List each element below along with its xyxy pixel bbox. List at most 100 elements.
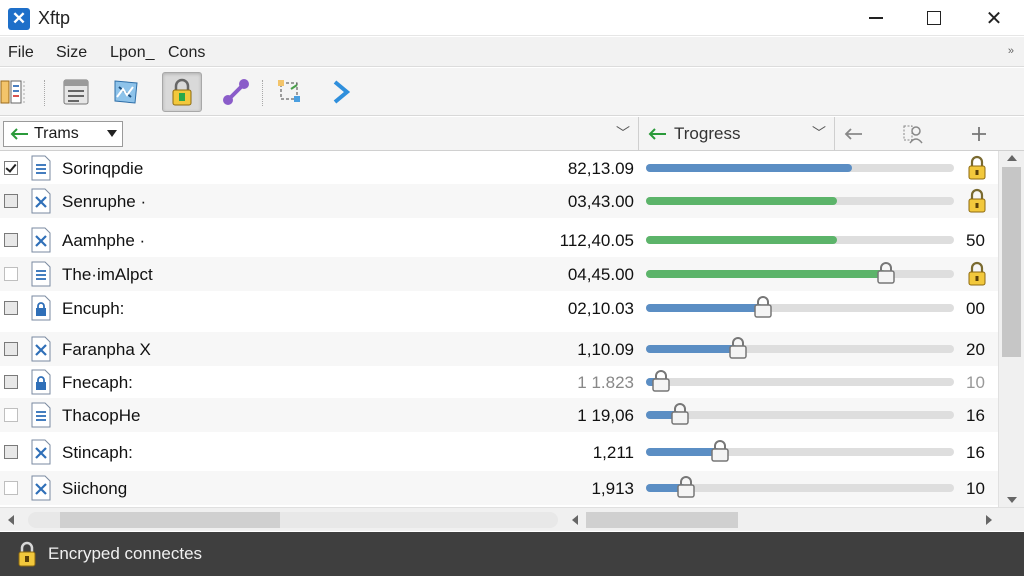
- table-row[interactable]: Siichong 1,913 10: [0, 471, 998, 505]
- toolbar-separator: [262, 80, 263, 106]
- table-row[interactable]: Encuph: 02,10.03 00: [0, 291, 998, 325]
- connect-icon: [223, 79, 249, 105]
- table-row[interactable]: Fnecaph: 1 1.823 10: [0, 365, 998, 399]
- table-row[interactable]: Sorinqpdie 82,13.09: [0, 151, 998, 185]
- scroll-left-icon[interactable]: [572, 515, 578, 525]
- properties-icon: [63, 79, 89, 105]
- scroll-right-icon[interactable]: [986, 515, 992, 525]
- table-row[interactable]: Stincaph: 1,211 16: [0, 435, 998, 469]
- row-checkbox[interactable]: [4, 233, 18, 247]
- horizontal-scroll-thumb[interactable]: [60, 512, 280, 528]
- close-button[interactable]: ✕: [964, 0, 1024, 36]
- row-count: 16: [966, 443, 985, 462]
- minimize-button[interactable]: [846, 0, 906, 36]
- menu-overflow-icon[interactable]: »: [1008, 45, 1014, 57]
- chevron-down-icon[interactable]: ﹀: [616, 123, 630, 143]
- file-value: 04,45.00: [567, 265, 634, 284]
- menu-file[interactable]: File: [8, 44, 34, 62]
- user-search-button[interactable]: [900, 122, 926, 146]
- progress-lock-handle-icon[interactable]: [728, 336, 748, 360]
- transfer-dropdown[interactable]: Trams: [3, 121, 123, 147]
- progress-lock-handle-icon[interactable]: [670, 402, 690, 426]
- progress-fill: [646, 448, 720, 456]
- row-checkbox[interactable]: [4, 194, 18, 208]
- table-row[interactable]: ThacopHe 1 19,06 16: [0, 398, 998, 432]
- progress-column-header[interactable]: Trogress: [646, 124, 740, 144]
- forward-button[interactable]: [320, 72, 360, 112]
- table-row[interactable]: Senruphe · 03,43.00: [0, 184, 998, 218]
- sync-button[interactable]: [270, 72, 310, 112]
- file-x-icon: [31, 336, 51, 362]
- file-name: Sorinqpdie: [62, 159, 144, 178]
- row-checkbox[interactable]: [4, 445, 18, 459]
- menu-size[interactable]: Size: [56, 44, 87, 62]
- file-name: Faranpha X: [62, 340, 151, 359]
- progress-column-label: Trogress: [674, 124, 741, 143]
- properties-button[interactable]: [56, 72, 96, 112]
- maximize-button[interactable]: [904, 0, 964, 36]
- table-row[interactable]: Faranpha X 1,10.09 20: [0, 332, 998, 366]
- close-icon: ✕: [985, 7, 1003, 30]
- connect-button[interactable]: [216, 72, 256, 112]
- file-value: 82,13.09: [567, 159, 634, 178]
- scroll-left-icon[interactable]: [8, 515, 14, 525]
- sync-icon: [278, 80, 300, 102]
- scroll-up-icon[interactable]: [1007, 155, 1017, 161]
- caret-down-icon: [107, 130, 117, 137]
- chevron-down-icon[interactable]: ﹀: [812, 123, 826, 143]
- server-list-button[interactable]: [0, 72, 34, 112]
- file-name: The·imAlpct: [62, 265, 153, 284]
- file-name: Stincaph:: [62, 443, 133, 462]
- file-lockdoc-icon: [31, 369, 51, 395]
- menu-cons[interactable]: Cons: [168, 44, 205, 62]
- back-button[interactable]: [840, 122, 866, 146]
- scroll-down-icon[interactable]: [1007, 497, 1017, 503]
- file-doc-icon: [31, 402, 51, 428]
- horizontal-scrollbar[interactable]: [0, 507, 1024, 531]
- progress-bar: [646, 440, 954, 462]
- file-name: Encuph:: [62, 299, 125, 318]
- progress-lock-handle-icon[interactable]: [676, 475, 696, 499]
- progress-fill: [646, 164, 852, 172]
- transfer-button[interactable]: [106, 72, 146, 112]
- file-value: 03,43.00: [567, 192, 634, 211]
- progress-lock-handle-icon[interactable]: [753, 295, 773, 319]
- menu-bar: File Size Lpon_ Cons »: [0, 37, 1024, 67]
- row-checkbox[interactable]: [4, 481, 18, 495]
- file-lockdoc-icon: [31, 295, 51, 321]
- file-name: ThacopHe: [62, 406, 141, 425]
- plus-icon: [972, 127, 986, 141]
- row-checkbox[interactable]: [4, 161, 18, 175]
- progress-fill: [646, 304, 763, 312]
- row-checkbox[interactable]: [4, 342, 18, 356]
- table-row[interactable]: Aamhphe · 112,40.05 50: [0, 223, 998, 257]
- transfer-icon: [114, 80, 138, 104]
- maximize-icon: [927, 11, 941, 25]
- row-count: 10: [966, 479, 985, 498]
- progress-lock-handle-icon[interactable]: [651, 369, 671, 393]
- status-text: Encryped connectes: [48, 544, 203, 563]
- arrow-left-icon: [10, 128, 28, 140]
- row-count: 16: [966, 406, 985, 425]
- horizontal-scroll-thumb[interactable]: [586, 512, 738, 528]
- forward-icon: [333, 80, 351, 104]
- vertical-scrollbar[interactable]: [998, 151, 1024, 507]
- progress-lock-handle-icon[interactable]: [876, 261, 896, 285]
- transfer-dropdown-label: Trams: [34, 125, 79, 142]
- toolbar-separator: [44, 80, 45, 106]
- lock-icon: [172, 78, 192, 106]
- progress-lock-handle-icon[interactable]: [710, 439, 730, 463]
- row-checkbox[interactable]: [4, 301, 18, 315]
- title-bar: ✕ Xftp ✕: [0, 0, 1024, 36]
- table-row[interactable]: The·imAlpct 04,45.00: [0, 257, 998, 291]
- row-checkbox[interactable]: [4, 375, 18, 389]
- file-x-icon: [31, 227, 51, 253]
- encryption-button[interactable]: [162, 72, 202, 112]
- progress-bar: [646, 164, 954, 172]
- menu-lpon[interactable]: Lpon_: [110, 44, 155, 62]
- row-checkbox[interactable]: [4, 267, 18, 281]
- vertical-scroll-thumb[interactable]: [1002, 167, 1021, 357]
- row-checkbox[interactable]: [4, 408, 18, 422]
- file-value: 112,40.05: [559, 231, 634, 250]
- add-button[interactable]: [966, 122, 992, 146]
